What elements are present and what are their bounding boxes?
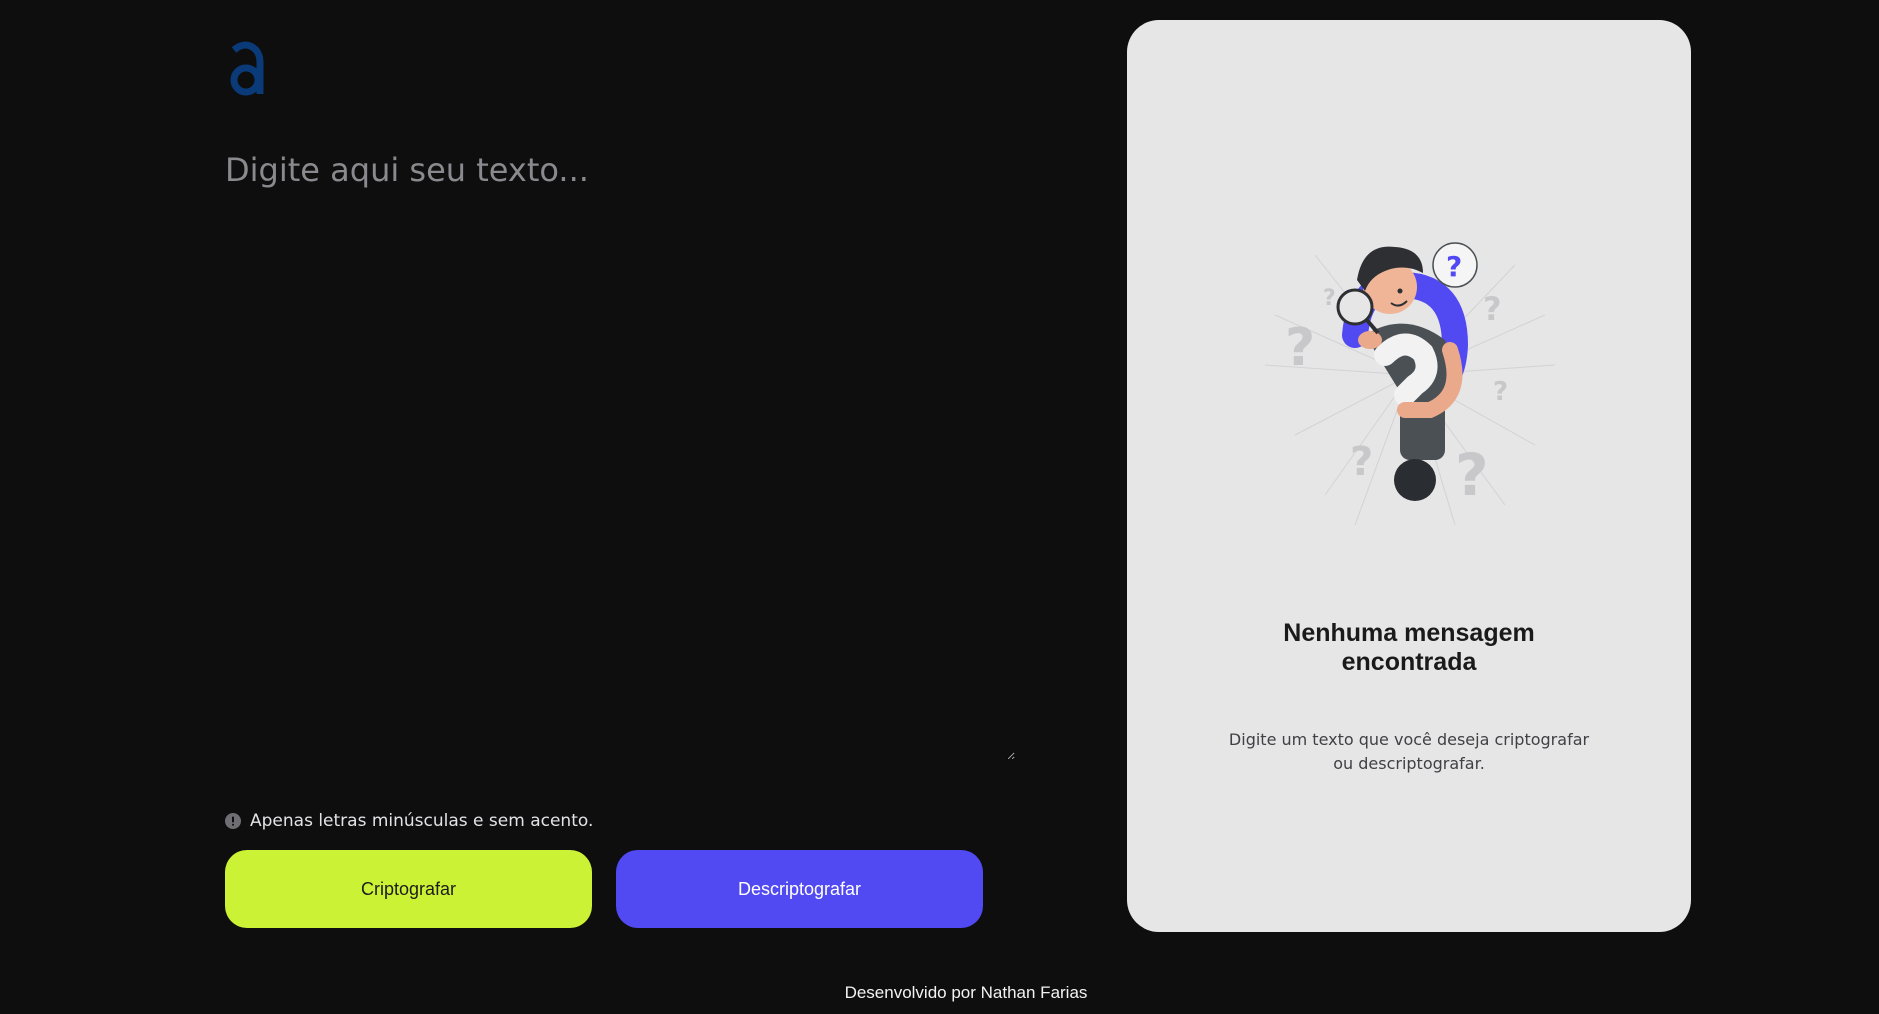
footer-credit: Desenvolvido por Nathan Farias (844, 983, 1088, 1002)
svg-text:?: ? (1323, 286, 1336, 311)
person-with-magnifier-illustration: ? ? ? ? ? ? ? (1264, 242, 1556, 526)
result-description: Digite um texto que você deseja criptogr… (1228, 730, 1590, 773)
svg-text:?: ? (1285, 318, 1315, 378)
result-card: ? ? ? ? ? ? ? Nenhuma mensagem encontrad… (1127, 20, 1691, 932)
svg-text:?: ? (1493, 377, 1508, 407)
encrypt-button[interactable]: Criptografar (225, 850, 592, 928)
svg-text:?: ? (1483, 290, 1502, 328)
hint-text: Apenas letras minúsculas e sem acento. (250, 811, 594, 831)
input-hint: Apenas letras minúsculas e sem acento. (225, 810, 593, 832)
svg-text:?: ? (1350, 439, 1373, 485)
text-input[interactable] (225, 150, 1015, 760)
decrypt-button[interactable]: Descriptografar (616, 850, 983, 928)
svg-text:?: ? (1455, 441, 1489, 509)
svg-text:?: ? (1446, 250, 1462, 283)
page: Apenas letras minúsculas e sem acento. C… (0, 0, 1879, 1014)
logo[interactable] (226, 38, 266, 98)
result-title: Nenhuma mensagem encontrada (1283, 619, 1535, 677)
info-icon (225, 813, 241, 829)
